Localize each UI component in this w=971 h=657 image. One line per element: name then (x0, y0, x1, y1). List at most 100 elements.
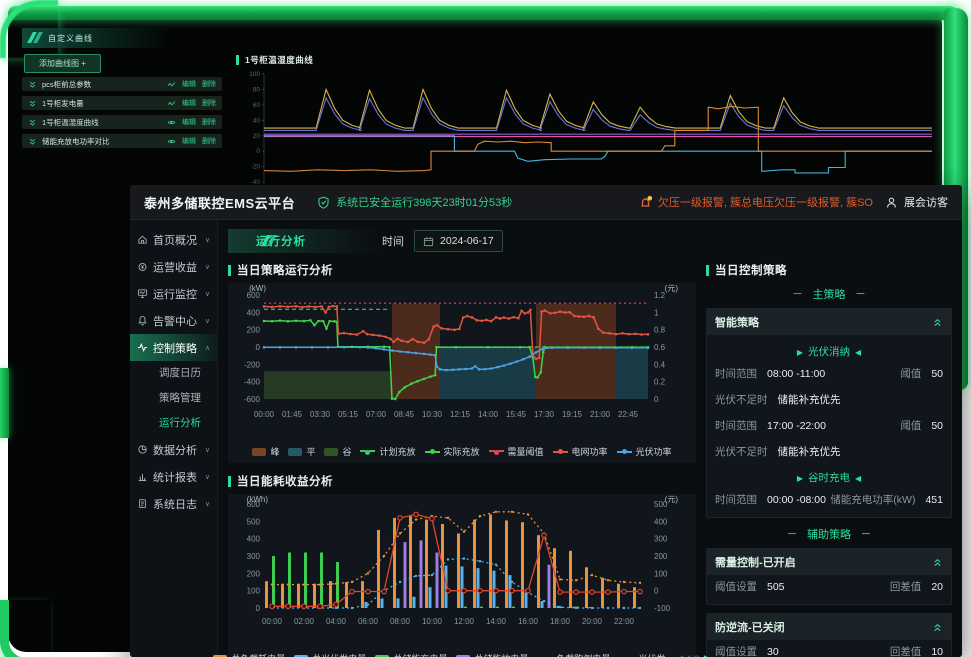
legend-item[interactable]: 总储能充电量 (375, 652, 447, 657)
field-label: 阈值 (900, 368, 921, 380)
sidebar-item-6[interactable]: 统计报表∨ (130, 463, 217, 490)
svg-text:12:00: 12:00 (454, 617, 475, 626)
curve-row[interactable]: 1号柜温湿度曲线 编辑删除 (22, 115, 222, 129)
curve-label: 1号柜温湿度曲线 (42, 117, 167, 128)
toolbar: 运行分析 时间 2024-06-17 (228, 228, 952, 254)
energy-chart[interactable]: (kWh)(元)60050040030020010005004003002001… (228, 494, 683, 646)
svg-text:16:00: 16:00 (518, 617, 539, 626)
field-label: 光伏不足时 (715, 394, 768, 406)
user-name[interactable]: 展会访客 (904, 194, 948, 210)
sidebar-item-4[interactable]: 控制策略∧ (130, 334, 217, 361)
svg-text:22:45: 22:45 (618, 410, 639, 419)
curve-label: 储能充放电功率对比 (42, 136, 167, 147)
main-content: 运行分析 时间 2024-06-17 (218, 220, 962, 657)
strategy-chart[interactable]: (kW)(元)6004002000-200-400-6001.210.80.60… (228, 283, 683, 439)
add-curve-button[interactable]: 添加曲线图 + (24, 54, 101, 73)
svg-text:03:30: 03:30 (310, 410, 331, 419)
bars-icon (137, 471, 148, 482)
edit-curve-button[interactable]: 编辑 (182, 117, 196, 127)
sidebar-item-2[interactable]: 运行监控∨ (130, 280, 217, 307)
sidebar-subitem-2[interactable]: 运行分析 (130, 411, 217, 436)
legend-page-indicator: 1/2 (687, 654, 700, 657)
alarm-icon[interactable] (638, 195, 653, 209)
legend-label: 负载购侧电量 (556, 652, 610, 657)
group-name: 光伏消纳 (808, 346, 850, 358)
legend-swatch (252, 448, 266, 456)
ems-window: 泰州多储联控EMS云平台 系统已安全运行398天23时01分53秒 欠压一级报警… (130, 185, 962, 657)
curve-row[interactable]: pcs柜前总参数 编辑删除 (22, 77, 222, 91)
eye-icon[interactable] (167, 137, 176, 146)
alarm-ticker[interactable]: 欠压一级报警, 簇总电压欠压一级报警, 簇SO (658, 194, 873, 210)
curve-list-panel: 自定义曲线 添加曲线图 + pcs柜前总参数编辑删除1号柜发电量编辑删除1号柜温… (22, 28, 222, 178)
legend-swatch (553, 451, 568, 453)
delete-curve-button[interactable]: 删除 (202, 79, 216, 89)
legend-item[interactable]: 平 (288, 445, 315, 458)
legend-item[interactable]: 光伏功率 (617, 445, 672, 458)
legend-pager: ◀ 1/2 ▶ (676, 653, 710, 657)
svg-text:300: 300 (654, 535, 668, 544)
chevron-double-down-icon[interactable] (28, 137, 37, 146)
delete-curve-button[interactable]: 删除 (202, 117, 216, 127)
legend-swatch (425, 451, 440, 453)
user-icon[interactable] (885, 196, 898, 209)
legend-item[interactable]: 谷 (324, 445, 351, 458)
sidebar-item-3[interactable]: 告警中心∨ (130, 307, 217, 334)
edit-curve-button[interactable]: 编辑 (182, 98, 196, 108)
svg-text:10:30: 10:30 (422, 410, 443, 419)
smart-strategy-card-header[interactable]: 智能策略 (707, 309, 951, 335)
accent-bar (706, 265, 709, 276)
sidebar-subitem-0[interactable]: 调度日历 (130, 361, 217, 386)
svg-text:07:00: 07:00 (366, 410, 387, 419)
sidebar-subitem-1[interactable]: 策略管理 (130, 386, 217, 411)
legend-next-button[interactable]: ▶ (704, 653, 711, 657)
sidebar-item-7[interactable]: 系统日志∨ (130, 490, 217, 517)
edit-curve-button[interactable]: 编辑 (182, 136, 196, 146)
aux-card-0-header[interactable]: 需量控制-已开启 (707, 549, 951, 575)
sidebar-item-0[interactable]: 首页概况∨ (130, 226, 217, 253)
legend-item[interactable]: 总光伏发电量 (294, 652, 366, 657)
legend-prev-button[interactable]: ◀ (676, 653, 683, 657)
collapse-icon[interactable] (932, 557, 943, 568)
delete-curve-button[interactable]: 删除 (202, 98, 216, 108)
sidebar-item-1[interactable]: 运营收益∨ (130, 253, 217, 280)
legend-item[interactable]: 需量阈值 (489, 445, 544, 458)
legend-item[interactable]: 光伏发 (619, 652, 665, 657)
field-label: 阈值设置 (715, 646, 757, 657)
time-label: 时间 (382, 233, 404, 249)
curve-row[interactable]: 1号柜发电量编辑删除 (22, 96, 222, 110)
safe-run-status: 系统已安全运行398天23时01分53秒 (336, 194, 512, 210)
legend-item[interactable]: 电网功率 (553, 445, 608, 458)
field-label: 阈值设置 (715, 581, 757, 593)
strategy-row: 时间范围08:00 -11:00阈值50 (715, 366, 943, 381)
legend-item[interactable]: 负载购侧电量 (537, 652, 610, 657)
aux-card-1-header[interactable]: 防逆流-已关闭 (707, 614, 951, 640)
chevron-double-down-icon[interactable] (28, 99, 37, 108)
line-icon[interactable] (167, 80, 176, 89)
edit-curve-button[interactable]: 编辑 (182, 79, 196, 89)
svg-text:1.2: 1.2 (654, 291, 666, 300)
control-panel-title: 当日控制策略 (706, 260, 952, 280)
legend-item[interactable]: 实际充放 (425, 445, 480, 458)
collapse-icon[interactable] (932, 317, 943, 328)
chevron-down-icon: ∨ (205, 473, 210, 481)
curve-row[interactable]: 储能充放电功率对比 编辑删除 (22, 134, 222, 148)
line-icon[interactable] (167, 99, 176, 108)
collapse-icon[interactable] (932, 622, 943, 633)
sidebar-item-5[interactable]: 数据分析∨ (130, 436, 217, 463)
chevron-double-down-icon[interactable] (28, 80, 37, 89)
legend-item[interactable]: 总负载耗电量 (213, 652, 285, 657)
legend-swatch (360, 450, 375, 454)
chevron-double-down-icon[interactable] (28, 118, 37, 127)
delete-curve-button[interactable]: 删除 (202, 136, 216, 146)
legend-label: 实际充放 (444, 445, 480, 458)
app-title: 泰州多储联控EMS云平台 (144, 193, 295, 212)
legend-item[interactable]: 总储能放电量 (456, 652, 528, 657)
curve-label: pcs柜前总参数 (42, 79, 167, 90)
svg-text:200: 200 (654, 552, 668, 561)
pie-icon (137, 444, 148, 455)
legend-item[interactable]: 峰 (252, 445, 279, 458)
strategy-row: 阈值设置30回差值10 (715, 644, 943, 657)
date-picker[interactable]: 2024-06-17 (414, 230, 503, 252)
eye-icon[interactable] (167, 118, 176, 127)
legend-item[interactable]: 计划充放 (360, 445, 415, 458)
